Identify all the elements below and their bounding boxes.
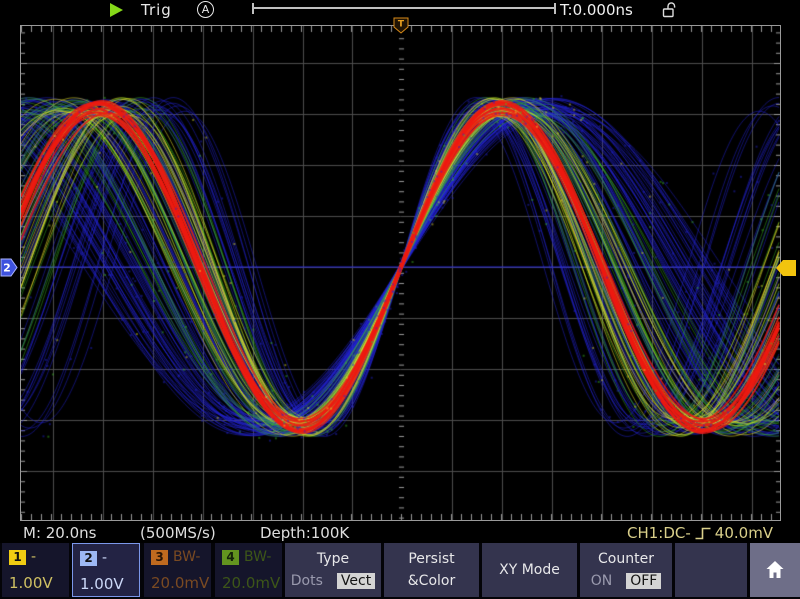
ch2-marker-number: 2 [3, 262, 11, 275]
ch4-scale: 20.0mV [222, 574, 275, 592]
memory-window-indicator[interactable] [252, 3, 556, 14]
rising-edge-icon [694, 526, 712, 541]
oscilloscope-screen: Trig A T:0.000ns T 2 M: 20.0ns [0, 0, 800, 599]
ch1-coupling: - [31, 549, 36, 565]
sample-rate-readout: (500MS/s) [140, 524, 216, 542]
type-menu-title: Type [317, 551, 349, 567]
channel1-cell[interactable]: 1 - 1.00V [2, 543, 69, 597]
home-button[interactable] [750, 543, 800, 597]
persist-menu-cell[interactable]: Persist &Color [384, 543, 479, 597]
timebase-readout: M: 20.0ns [23, 524, 96, 542]
auto-trigger-icon: A [197, 1, 214, 18]
ch2-scale: 1.00V [80, 575, 132, 593]
xy-mode-cell[interactable]: XY Mode [482, 543, 577, 597]
trig-label: Trig [141, 1, 172, 19]
empty-menu-cell [675, 543, 747, 597]
counter-menu-cell[interactable]: Counter ON OFF [580, 543, 672, 597]
trigger-level-text: 40.0mV [715, 524, 773, 542]
graticule [20, 25, 781, 521]
persist-label-line1: Persist [408, 551, 454, 567]
counter-option-on[interactable]: ON [591, 573, 613, 589]
ch2-coupling: - [102, 550, 107, 566]
bottom-menu: 1 - 1.00V 2 - 1.00V 3 BW- 20.0mV 4 BW- [0, 543, 800, 599]
ch4-badge: 4 [222, 550, 239, 565]
run-state-icon [110, 3, 123, 17]
ch3-scale: 20.0mV [151, 574, 204, 592]
trigger-marker-letter: T [398, 20, 405, 30]
ch1-badge: 1 [9, 550, 26, 565]
type-option-dots[interactable]: Dots [291, 573, 323, 589]
ch1-scale: 1.00V [9, 574, 62, 592]
counter-option-off[interactable]: OFF [626, 573, 661, 589]
waveform-canvas [21, 26, 780, 520]
ch3-bandwidth: BW- [173, 549, 200, 565]
home-icon [762, 558, 788, 582]
channel2-cell[interactable]: 2 - 1.00V [72, 543, 140, 597]
type-option-vect[interactable]: Vect [337, 573, 375, 589]
unlock-icon[interactable] [662, 1, 678, 18]
trigger-source-text: CH1:DC- [627, 524, 691, 542]
trigger-time-readout: T:0.000ns [560, 1, 633, 19]
trigger-level-arrow[interactable] [775, 259, 797, 277]
trigger-position-marker[interactable]: T [393, 17, 409, 34]
status-bar: M: 20.0ns (500MS/s) Depth:100K CH1:DC- 4… [0, 522, 800, 543]
xy-mode-label: XY Mode [499, 562, 560, 578]
trigger-settings-readout: CH1:DC- 40.0mV [627, 524, 773, 542]
counter-title: Counter [598, 551, 654, 567]
ch2-badge: 2 [80, 551, 97, 566]
ch2-level-marker[interactable]: 2 [0, 258, 18, 277]
persist-label-line2: &Color [408, 573, 455, 589]
channel4-cell[interactable]: 4 BW- 20.0mV [215, 543, 282, 597]
type-menu-cell[interactable]: Type Dots Vect [285, 543, 381, 597]
ch3-badge: 3 [151, 550, 168, 565]
record-depth-readout: Depth:100K [260, 524, 349, 542]
channel3-cell[interactable]: 3 BW- 20.0mV [144, 543, 211, 597]
ch4-bandwidth: BW- [244, 549, 271, 565]
